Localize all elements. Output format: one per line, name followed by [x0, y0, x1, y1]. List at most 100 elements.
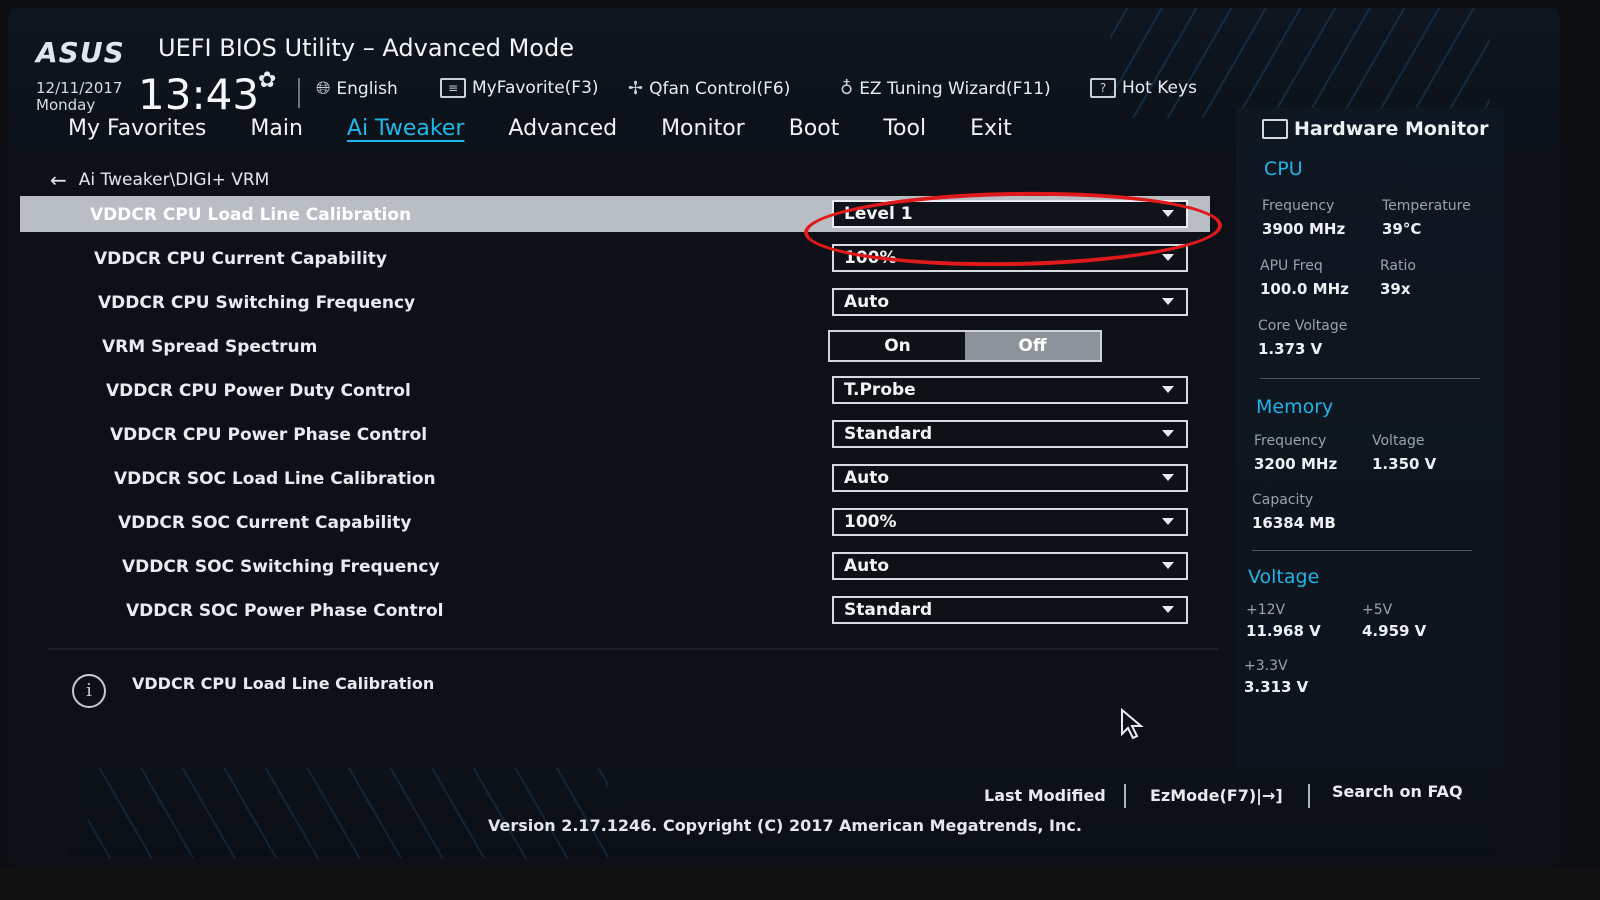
- settings-list: VDDCR CPU Load Line Calibration Level 1 …: [20, 196, 1210, 636]
- setting-row-cpu-duty[interactable]: VDDCR CPU Power Duty Control T.Probe: [20, 372, 1210, 408]
- fan-icon: ✢: [628, 78, 644, 99]
- setting-label: VRM Spread Spectrum: [102, 337, 318, 357]
- setting-label: VDDCR SOC Current Capability: [118, 513, 412, 533]
- dropdown-value: Auto: [844, 556, 890, 576]
- setting-dropdown[interactable]: 100%: [832, 244, 1188, 272]
- tab-tool[interactable]: Tool: [883, 116, 926, 156]
- setting-row-spread-spectrum[interactable]: VRM Spread Spectrum On Off: [20, 328, 1210, 364]
- setting-row-cpu-llc[interactable]: VDDCR CPU Load Line Calibration Level 1: [20, 196, 1210, 232]
- setting-row-soc-llc[interactable]: VDDCR SOC Load Line Calibration Auto: [20, 460, 1210, 496]
- setting-label: VDDCR SOC Load Line Calibration: [114, 469, 436, 489]
- chevron-down-icon: [1162, 210, 1174, 217]
- back-arrow-icon[interactable]: ←: [50, 168, 67, 192]
- setting-dropdown[interactable]: Auto: [832, 288, 1188, 316]
- memory-frequency-value: 3200 MHz: [1254, 455, 1338, 473]
- chevron-down-icon: [1162, 518, 1174, 525]
- last-modified-button[interactable]: Last Modified: [984, 786, 1106, 805]
- toggle-on[interactable]: On: [830, 332, 965, 360]
- setting-label: VDDCR CPU Power Duty Control: [106, 381, 411, 401]
- setting-label: VDDCR SOC Switching Frequency: [122, 557, 440, 577]
- setting-row-cpu-phase[interactable]: VDDCR CPU Power Phase Control Standard: [20, 416, 1210, 452]
- ratio-value: 39x: [1380, 280, 1411, 298]
- ez-tuning-wizard-button[interactable]: ♁ EZ Tuning Wizard(F11): [840, 78, 1051, 99]
- apu-freq-value: 100.0 MHz: [1260, 280, 1349, 298]
- day-text: Monday: [36, 96, 96, 114]
- hot-keys-button[interactable]: ? Hot Keys: [1090, 78, 1197, 98]
- date-text: 12/11/2017: [36, 79, 123, 97]
- myfavorite-button[interactable]: ≡ MyFavorite(F3): [440, 78, 599, 98]
- breadcrumb: ← Ai Tweaker\DIGI+ VRM: [50, 168, 269, 192]
- setting-row-soc-current[interactable]: VDDCR SOC Current Capability 100%: [20, 504, 1210, 540]
- dropdown-value: Auto: [844, 468, 890, 488]
- bios-screen: ASUS UEFI BIOS Utility – Advanced Mode 1…: [8, 8, 1560, 868]
- setting-row-soc-switching[interactable]: VDDCR SOC Switching Frequency Auto: [20, 548, 1210, 584]
- setting-dropdown[interactable]: Standard: [832, 596, 1188, 624]
- setting-dropdown[interactable]: Level 1: [832, 200, 1188, 228]
- setting-row-cpu-current[interactable]: VDDCR CPU Current Capability 100%: [20, 240, 1210, 276]
- qfan-label: Qfan Control(F6): [649, 78, 791, 99]
- hardware-monitor-label: Hardware Monitor: [1294, 118, 1489, 140]
- footer: Last Modified EzMode(F7)|→] Search on FA…: [68, 768, 1498, 858]
- footer-separator: [1124, 784, 1126, 808]
- favorite-icon: ≡: [440, 78, 466, 98]
- cpu-heading: CPU: [1264, 158, 1303, 180]
- tab-boot[interactable]: Boot: [789, 116, 840, 156]
- setting-dropdown[interactable]: Standard: [832, 420, 1188, 448]
- ez-tuning-label: EZ Tuning Wizard(F11): [859, 78, 1051, 99]
- dropdown-value: Standard: [844, 600, 933, 620]
- setting-dropdown[interactable]: Auto: [832, 464, 1188, 492]
- voltage-heading: Voltage: [1248, 566, 1320, 588]
- cpu-temperature-value: 39°C: [1382, 220, 1422, 238]
- tab-advanced[interactable]: Advanced: [508, 116, 617, 156]
- spread-spectrum-toggle[interactable]: On Off: [828, 330, 1102, 362]
- ratio-label: Ratio: [1380, 258, 1416, 274]
- version-text: Version 2.17.1246. Copyright (C) 2017 Am…: [488, 816, 1082, 835]
- setting-label: VDDCR CPU Load Line Calibration: [90, 205, 412, 225]
- info-text: VDDCR CPU Load Line Calibration: [132, 674, 435, 693]
- cpu-frequency-value: 3900 MHz: [1262, 220, 1346, 238]
- memory-voltage-value: 1.350 V: [1372, 455, 1437, 473]
- tab-exit[interactable]: Exit: [970, 116, 1012, 156]
- setting-dropdown[interactable]: Auto: [832, 552, 1188, 580]
- memory-heading: Memory: [1256, 396, 1334, 418]
- qfan-control-button[interactable]: ✢ Qfan Control(F6): [628, 78, 790, 99]
- tab-main[interactable]: Main: [250, 116, 303, 156]
- info-icon: i: [72, 674, 106, 708]
- header-divider: [298, 78, 300, 108]
- chevron-down-icon: [1162, 298, 1174, 305]
- tab-my-favorites[interactable]: My Favorites: [68, 116, 206, 156]
- setting-label: VDDCR SOC Power Phase Control: [126, 601, 444, 621]
- toggle-off[interactable]: Off: [965, 332, 1100, 360]
- setting-row-soc-phase[interactable]: VDDCR SOC Power Phase Control Standard: [20, 592, 1210, 628]
- cpu-frequency-label: Frequency: [1262, 198, 1335, 214]
- date-display: 12/11/2017 Monday: [36, 80, 122, 114]
- main-tabs: My Favorites Main Ai Tweaker Advanced Mo…: [68, 116, 1056, 156]
- clock[interactable]: 13:43: [138, 70, 259, 119]
- chevron-down-icon: [1162, 562, 1174, 569]
- setting-dropdown[interactable]: T.Probe: [832, 376, 1188, 404]
- hardware-monitor-panel: Hardware Monitor CPU Frequency 3900 MHz …: [1236, 108, 1504, 768]
- dropdown-value: Standard: [844, 424, 933, 444]
- dropdown-value: 100%: [844, 248, 897, 268]
- core-voltage-label: Core Voltage: [1258, 318, 1348, 334]
- header-decoration: [1110, 8, 1490, 118]
- dropdown-value: 100%: [844, 512, 897, 532]
- memory-voltage-separator: [1252, 550, 1472, 551]
- tab-ai-tweaker[interactable]: Ai Tweaker: [347, 116, 465, 156]
- help-icon: ?: [1090, 78, 1116, 98]
- language-button[interactable]: 🌐︎ English: [316, 78, 398, 99]
- setting-label: VDDCR CPU Switching Frequency: [98, 293, 416, 313]
- dropdown-value: T.Probe: [844, 380, 916, 400]
- breadcrumb-path: Ai Tweaker\DIGI+ VRM: [78, 170, 270, 190]
- dropdown-value: Auto: [844, 292, 890, 312]
- globe-icon: 🌐︎: [316, 78, 331, 99]
- asus-logo: ASUS: [36, 36, 125, 69]
- dropdown-value: Level 1: [844, 204, 913, 224]
- core-voltage-value: 1.373 V: [1258, 340, 1323, 358]
- tab-monitor[interactable]: Monitor: [661, 116, 745, 156]
- ezmode-button[interactable]: EzMode(F7)|→]: [1150, 786, 1283, 805]
- setting-row-cpu-switching[interactable]: VDDCR CPU Switching Frequency Auto: [20, 284, 1210, 320]
- gear-icon[interactable]: ✿: [258, 68, 276, 93]
- search-faq-button[interactable]: Search on FAQ: [1332, 782, 1463, 801]
- setting-dropdown[interactable]: 100%: [832, 508, 1188, 536]
